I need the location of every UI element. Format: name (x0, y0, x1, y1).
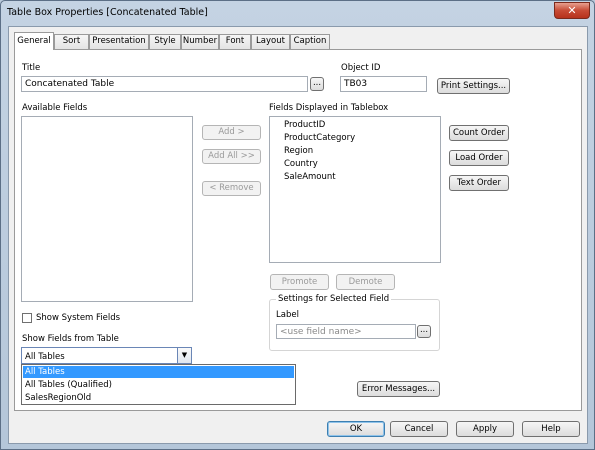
text-order-button[interactable]: Text Order (449, 175, 509, 191)
close-button[interactable]: ✕ (554, 2, 590, 19)
object-id-input[interactable]: TB03 (340, 76, 427, 92)
promote-button[interactable]: Promote (270, 274, 329, 290)
settings-selected-field-group: Settings for Selected Field Label <use f… (269, 294, 440, 351)
title-bar[interactable]: Table Box Properties [Concatenated Table… (1, 1, 594, 25)
settings-group-title: Settings for Selected Field (276, 294, 392, 304)
tab-caption[interactable]: Caption (290, 34, 330, 49)
object-id-label: Object ID (341, 63, 381, 73)
add-button[interactable]: Add > (202, 125, 261, 140)
demote-button[interactable]: Demote (336, 274, 395, 290)
count-order-button[interactable]: Count Order (449, 125, 509, 141)
apply-button[interactable]: Apply (456, 421, 514, 437)
tab-number[interactable]: Number (181, 34, 219, 49)
field-label-label: Label (276, 310, 299, 320)
load-order-button[interactable]: Load Order (449, 150, 509, 166)
add-all-button[interactable]: Add All >> (202, 149, 261, 164)
available-fields-label: Available Fields (22, 103, 88, 113)
show-fields-from-dropdown: All Tables All Tables (Qualified) SalesR… (21, 364, 296, 405)
general-tab-panel: Title Concatenated Table ... Object ID T… (14, 49, 582, 411)
dropdown-option-salesregionold[interactable]: SalesRegionOld (23, 392, 294, 404)
error-messages-button[interactable]: Error Messages... (357, 381, 440, 397)
tab-presentation[interactable]: Presentation (89, 34, 149, 49)
field-label-input[interactable]: <use field name> (276, 324, 416, 339)
dropdown-option-all-tables[interactable]: All Tables (23, 366, 294, 378)
dialog-window: Table Box Properties [Concatenated Table… (0, 0, 595, 450)
dropdown-option-all-tables-qualified[interactable]: All Tables (Qualified) (23, 379, 294, 391)
cancel-button[interactable]: Cancel (390, 421, 448, 437)
window-title: Table Box Properties [Concatenated Table… (7, 7, 208, 18)
tab-style[interactable]: Style (149, 34, 181, 49)
chevron-down-icon[interactable]: ▼ (177, 348, 191, 363)
title-expression-button[interactable]: ... (310, 77, 324, 91)
list-item[interactable]: SaleAmount (284, 172, 336, 182)
show-fields-from-value: All Tables (25, 352, 65, 362)
tab-sort[interactable]: Sort (54, 34, 89, 49)
show-fields-from-label: Show Fields from Table (22, 334, 119, 344)
print-settings-button[interactable]: Print Settings... (437, 78, 510, 94)
show-fields-from-select[interactable]: All Tables ▼ (21, 347, 192, 364)
ok-button[interactable]: OK (327, 421, 385, 437)
title-input[interactable]: Concatenated Table (21, 76, 308, 92)
show-system-fields-checkbox[interactable] (22, 313, 32, 323)
title-label: Title (22, 63, 41, 73)
label-expression-button[interactable]: ... (417, 325, 431, 338)
available-fields-list[interactable] (21, 116, 193, 302)
dialog-client-area: General Sort Presentation Style Number F… (8, 26, 588, 444)
show-system-fields-label: Show System Fields (36, 313, 121, 323)
list-item[interactable]: ProductID (284, 120, 325, 130)
list-item[interactable]: ProductCategory (284, 133, 355, 143)
tab-font[interactable]: Font (219, 34, 251, 49)
list-item[interactable]: Region (284, 146, 313, 156)
tab-layout[interactable]: Layout (251, 34, 290, 49)
help-button[interactable]: Help (522, 421, 580, 437)
close-icon: ✕ (567, 4, 577, 17)
displayed-fields-label: Fields Displayed in Tablebox (269, 103, 389, 113)
tab-general[interactable]: General (14, 32, 54, 50)
displayed-fields-list[interactable]: ProductID ProductCategory Region Country… (269, 116, 441, 263)
list-item[interactable]: Country (284, 159, 318, 169)
remove-button[interactable]: < Remove (202, 181, 261, 196)
